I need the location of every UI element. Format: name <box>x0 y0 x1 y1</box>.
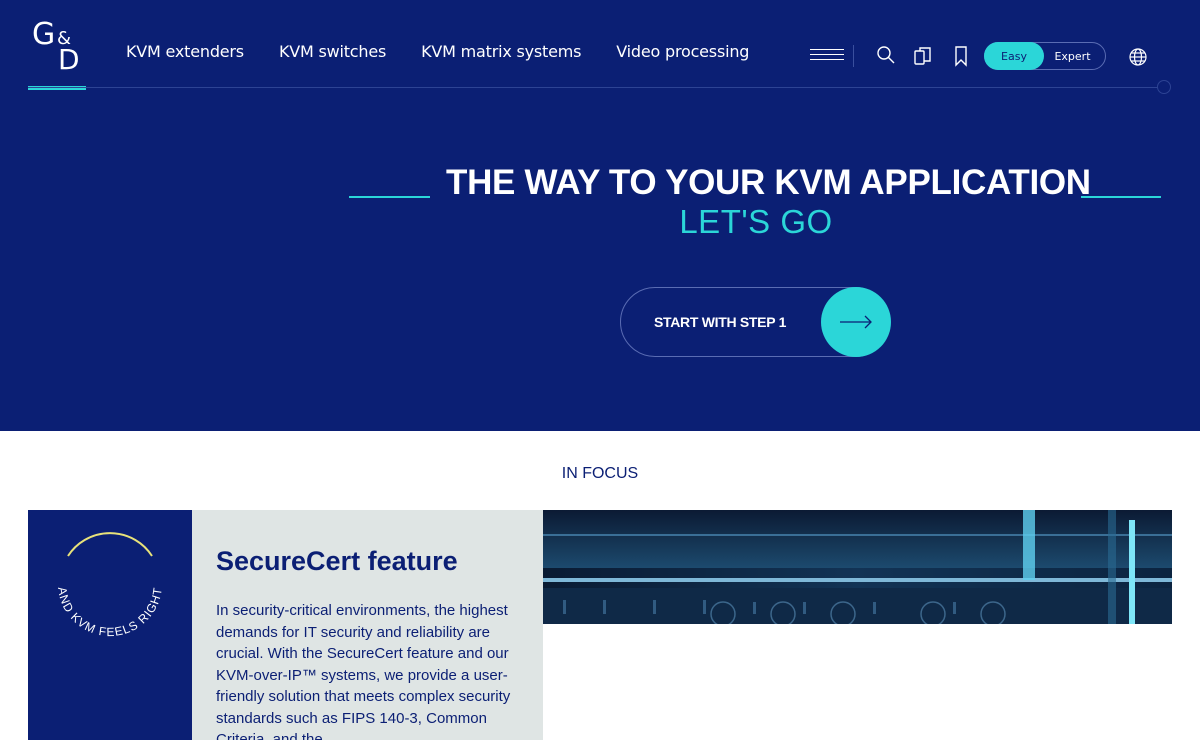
nav-item-kvm-switches[interactable]: KVM switches <box>279 42 386 61</box>
svg-text:AND KVM FEELS RIGHT: AND KVM FEELS RIGHT <box>55 586 165 639</box>
hero-title: THE WAY TO YOUR KVM APPLICATION <box>446 163 1091 202</box>
arrow-right-icon[interactable] <box>821 287 891 357</box>
search-icon[interactable] <box>876 45 896 65</box>
mode-expert-option[interactable]: Expert <box>1044 50 1105 63</box>
hero-accent-line-left <box>349 196 430 198</box>
hero-section: G & D KVM extenders KVM switches KVM mat… <box>0 0 1200 431</box>
nav-divider-line <box>28 87 1158 88</box>
nav-item-video-processing[interactable]: Video processing <box>616 42 749 61</box>
globe-icon[interactable] <box>1128 47 1148 67</box>
company-logo[interactable]: G & D <box>28 20 86 90</box>
nav-item-kvm-matrix-systems[interactable]: KVM matrix systems <box>421 42 581 61</box>
main-nav: KVM extenders KVM switches KVM matrix sy… <box>126 42 749 61</box>
badge-circle-text: AND KVM FEELS RIGHT <box>55 532 165 639</box>
bookmark-icon[interactable] <box>952 45 970 67</box>
hero-accent-line-right <box>1081 196 1161 198</box>
nav-line-end-dot <box>1157 80 1171 94</box>
focus-badge-panel: AND KVM FEELS RIGHT <box>28 510 192 740</box>
mode-toggle[interactable]: Easy Expert <box>984 42 1106 70</box>
mode-easy-option[interactable]: Easy <box>984 42 1044 70</box>
logo-letter-g: G <box>32 17 56 52</box>
start-step-1-button[interactable]: START WITH STEP 1 <box>620 287 891 357</box>
compare-icon[interactable] <box>912 45 934 67</box>
nav-item-kvm-extenders[interactable]: KVM extenders <box>126 42 244 61</box>
server-rack-image <box>543 510 1172 624</box>
focus-card-image[interactable] <box>543 510 1172 624</box>
toolbar-divider <box>853 45 854 67</box>
cta-label: START WITH STEP 1 <box>654 314 787 330</box>
focus-card-text: In security-critical environments, the h… <box>216 602 511 740</box>
in-focus-heading: IN FOCUS <box>561 465 639 482</box>
logo-letter-d: D <box>58 43 80 76</box>
menu-icon[interactable] <box>810 49 844 65</box>
focus-card-title[interactable]: SecureCert feature <box>216 546 458 577</box>
focus-card[interactable]: SecureCert feature In security-critical … <box>192 510 543 740</box>
badge-text: AND KVM FEELS RIGHT <box>55 586 164 639</box>
hero-subtitle: LET'S GO <box>679 203 833 240</box>
